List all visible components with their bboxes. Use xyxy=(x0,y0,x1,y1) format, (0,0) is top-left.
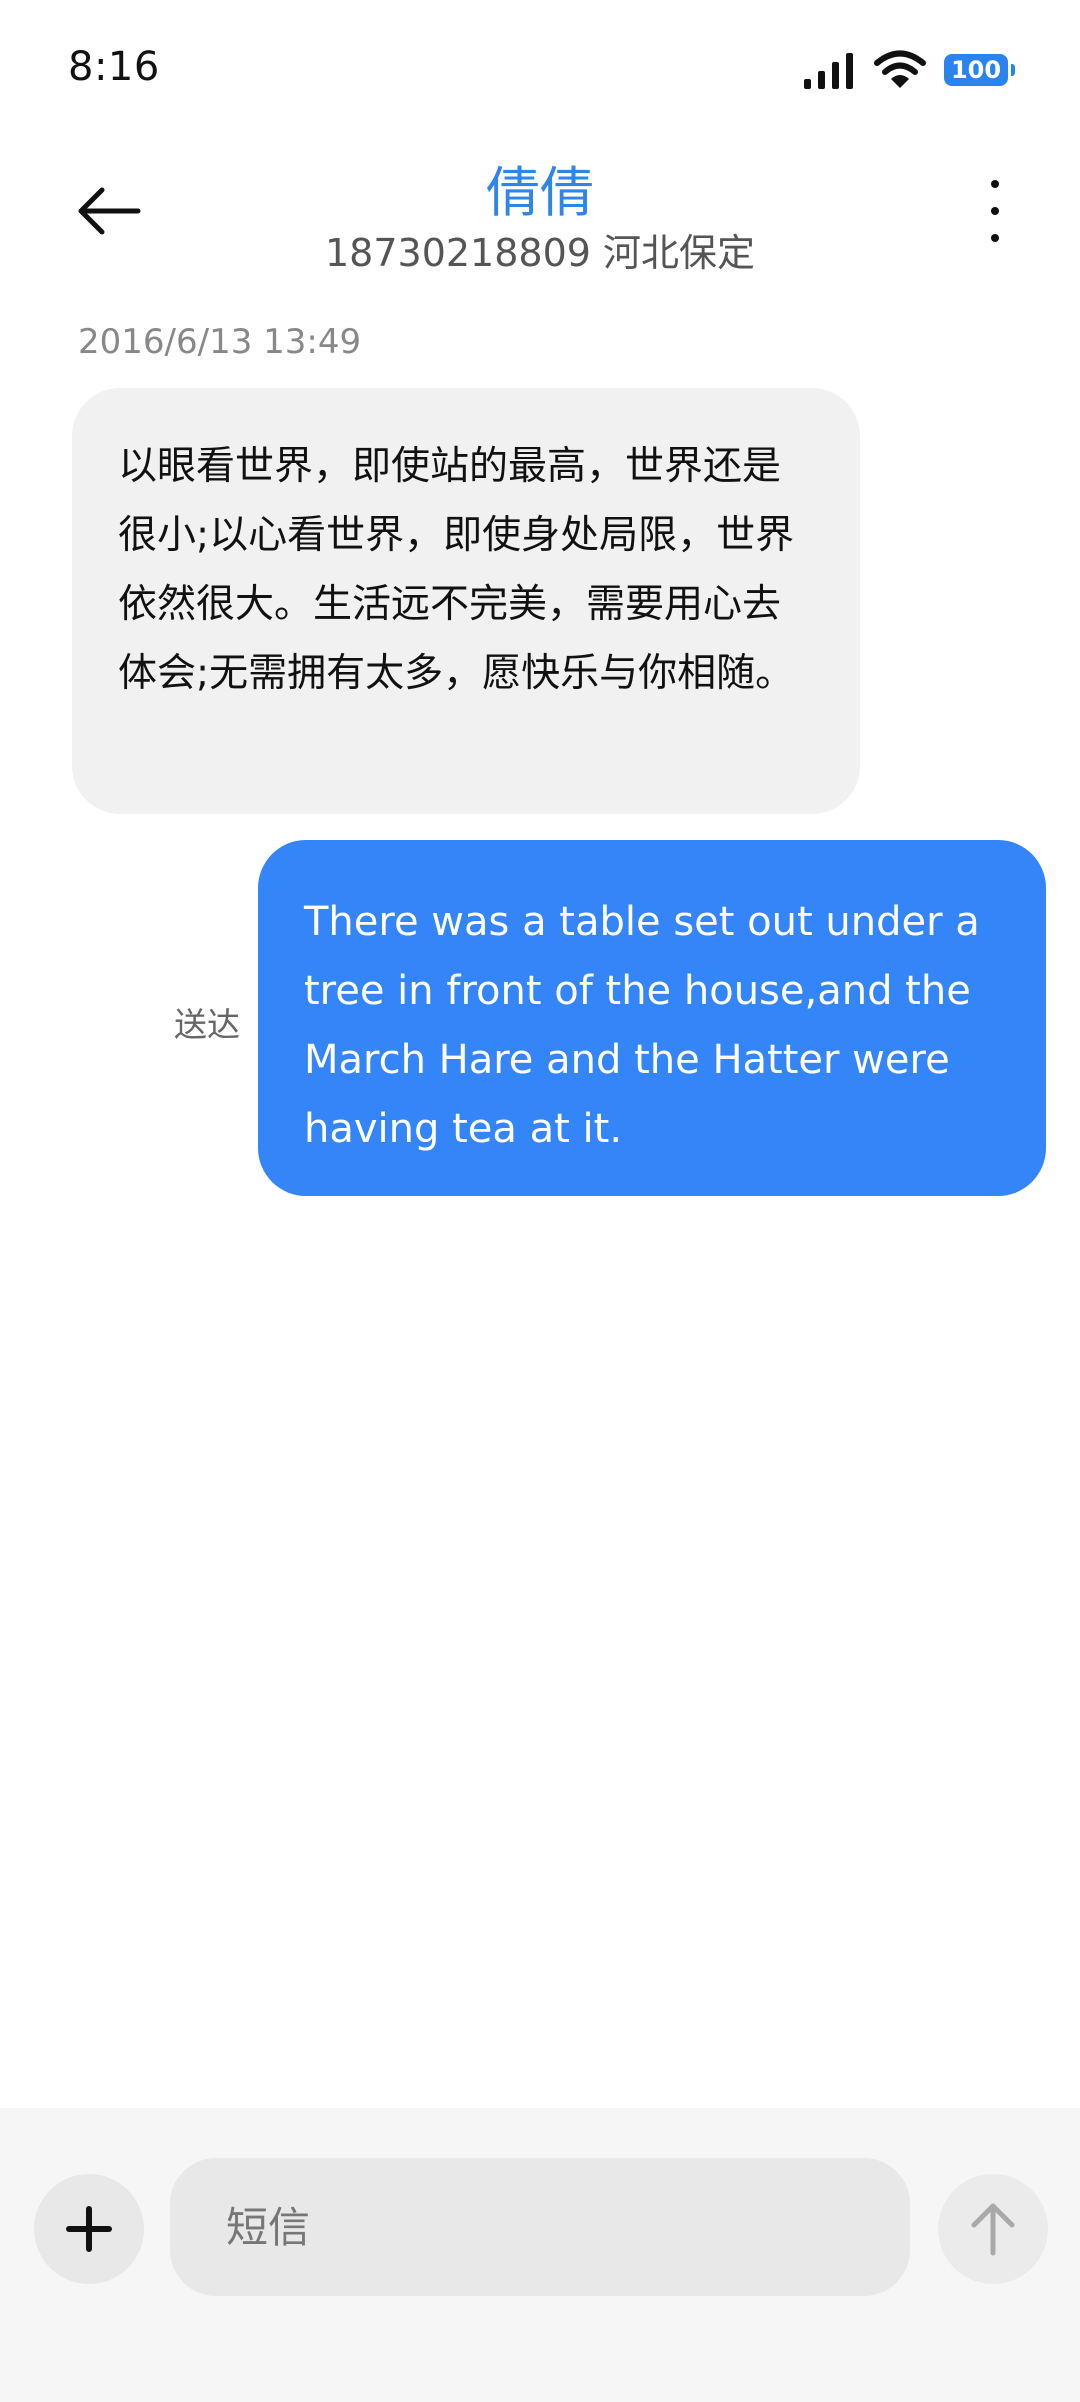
send-button[interactable] xyxy=(938,2174,1048,2284)
message-input[interactable] xyxy=(170,2158,910,2296)
contact-number-location: 18730218809 河北保定 xyxy=(324,231,756,275)
messaging-screen: 8:16 100 倩倩 18730218809 河北保定 2016/6/13 1… xyxy=(0,0,1080,2402)
more-options-button[interactable] xyxy=(980,180,1010,242)
status-time: 8:16 xyxy=(68,44,160,90)
status-icons: 100 xyxy=(802,50,1015,90)
wifi-icon xyxy=(874,50,926,88)
sent-message-bubble[interactable]: There was a table set out under a tree i… xyxy=(258,840,1046,1196)
more-vertical-icon xyxy=(991,180,999,188)
add-attachment-button[interactable] xyxy=(34,2174,144,2284)
more-dot xyxy=(991,207,999,215)
more-dot xyxy=(991,234,999,242)
message-timestamp: 2016/6/13 13:49 xyxy=(78,322,362,362)
arrow-up-icon xyxy=(971,2203,1015,2256)
battery-icon: 100 xyxy=(944,54,1015,86)
received-message-bubble[interactable]: 以眼看世界，即使站的最高，世界还是很小;以心看世界，即使身处局限，世界依然很大。… xyxy=(72,388,860,814)
plus-icon xyxy=(66,2206,112,2252)
delivery-status: 送达 xyxy=(174,1005,240,1044)
signal-icon xyxy=(804,53,853,89)
contact-name[interactable]: 倩倩 xyxy=(0,148,1080,227)
